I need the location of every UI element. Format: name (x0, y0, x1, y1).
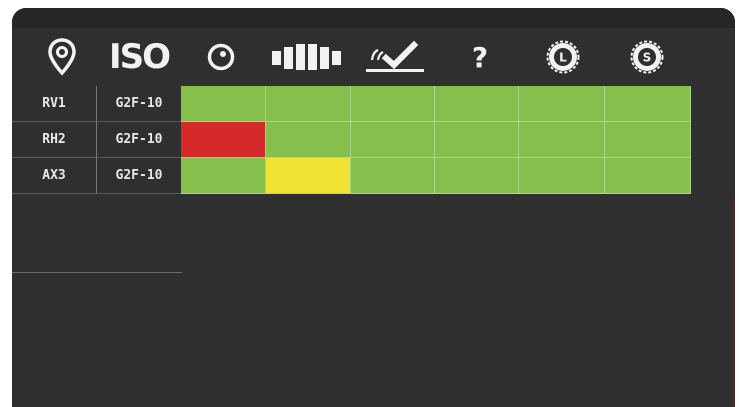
tire-model: G2F-10 (96, 86, 181, 122)
tire-l-tool-button[interactable]: L (540, 28, 586, 86)
gauge-icon (206, 42, 236, 72)
status-cell-green[interactable] (435, 158, 519, 194)
iso-tool-button[interactable]: ISO (104, 28, 174, 86)
status-cell-green[interactable] (351, 122, 435, 158)
status-cell-green[interactable] (435, 122, 519, 158)
inspection-tool-button[interactable] (362, 28, 428, 86)
table-row[interactable]: AX3 G2F-10 (12, 158, 692, 194)
inspection-check-icon (364, 40, 426, 74)
status-cell-green[interactable] (351, 158, 435, 194)
table-row[interactable]: RV1 G2F-10 (12, 86, 692, 122)
svg-text:S: S (643, 51, 652, 65)
status-cell-green[interactable] (181, 86, 266, 122)
gauge-tool-button[interactable] (196, 28, 246, 86)
status-cell-green[interactable] (519, 158, 605, 194)
iso-icon: ISO (108, 37, 171, 77)
tire-model: G2F-10 (96, 122, 181, 158)
panel-top-strip (12, 8, 735, 28)
position-id: RV1 (12, 86, 96, 122)
tire-s-tool-button[interactable]: S (624, 28, 670, 86)
location-pin-icon (48, 38, 76, 76)
status-cell-green[interactable] (519, 122, 605, 158)
tire-s-icon: S (630, 40, 664, 74)
help-tool-button[interactable]: ? (458, 28, 502, 86)
svg-text:L: L (559, 51, 567, 65)
status-cell-green[interactable] (519, 86, 605, 122)
location-tool-button[interactable] (32, 28, 92, 86)
tire-status-panel: ISO ? L S RV1 G2F-10 RH2 G2F-10 AX3 G2F-… (12, 8, 735, 407)
status-cell-green[interactable] (435, 86, 519, 122)
tread-tool-button[interactable] (266, 28, 350, 86)
status-cell-green[interactable] (266, 122, 351, 158)
table-row[interactable]: RH2 G2F-10 (12, 122, 692, 158)
status-cell-yellow[interactable] (266, 158, 351, 194)
position-id: AX3 (12, 158, 96, 194)
tire-l-icon: L (546, 40, 580, 74)
status-cell-green[interactable] (181, 158, 266, 194)
position-id: RH2 (12, 122, 96, 158)
table-divider (12, 272, 182, 273)
tire-model: G2F-10 (96, 158, 181, 194)
status-cell-red[interactable] (181, 122, 266, 158)
help-icon: ? (471, 40, 489, 74)
status-cell-green[interactable] (351, 86, 435, 122)
edge-accent (733, 198, 735, 407)
toolbar: ISO ? L S (12, 28, 735, 86)
status-cell-green[interactable] (605, 86, 691, 122)
status-cell-green[interactable] (605, 158, 691, 194)
tread-blocks-icon (270, 42, 346, 72)
status-cell-green[interactable] (266, 86, 351, 122)
status-cell-green[interactable] (605, 122, 691, 158)
